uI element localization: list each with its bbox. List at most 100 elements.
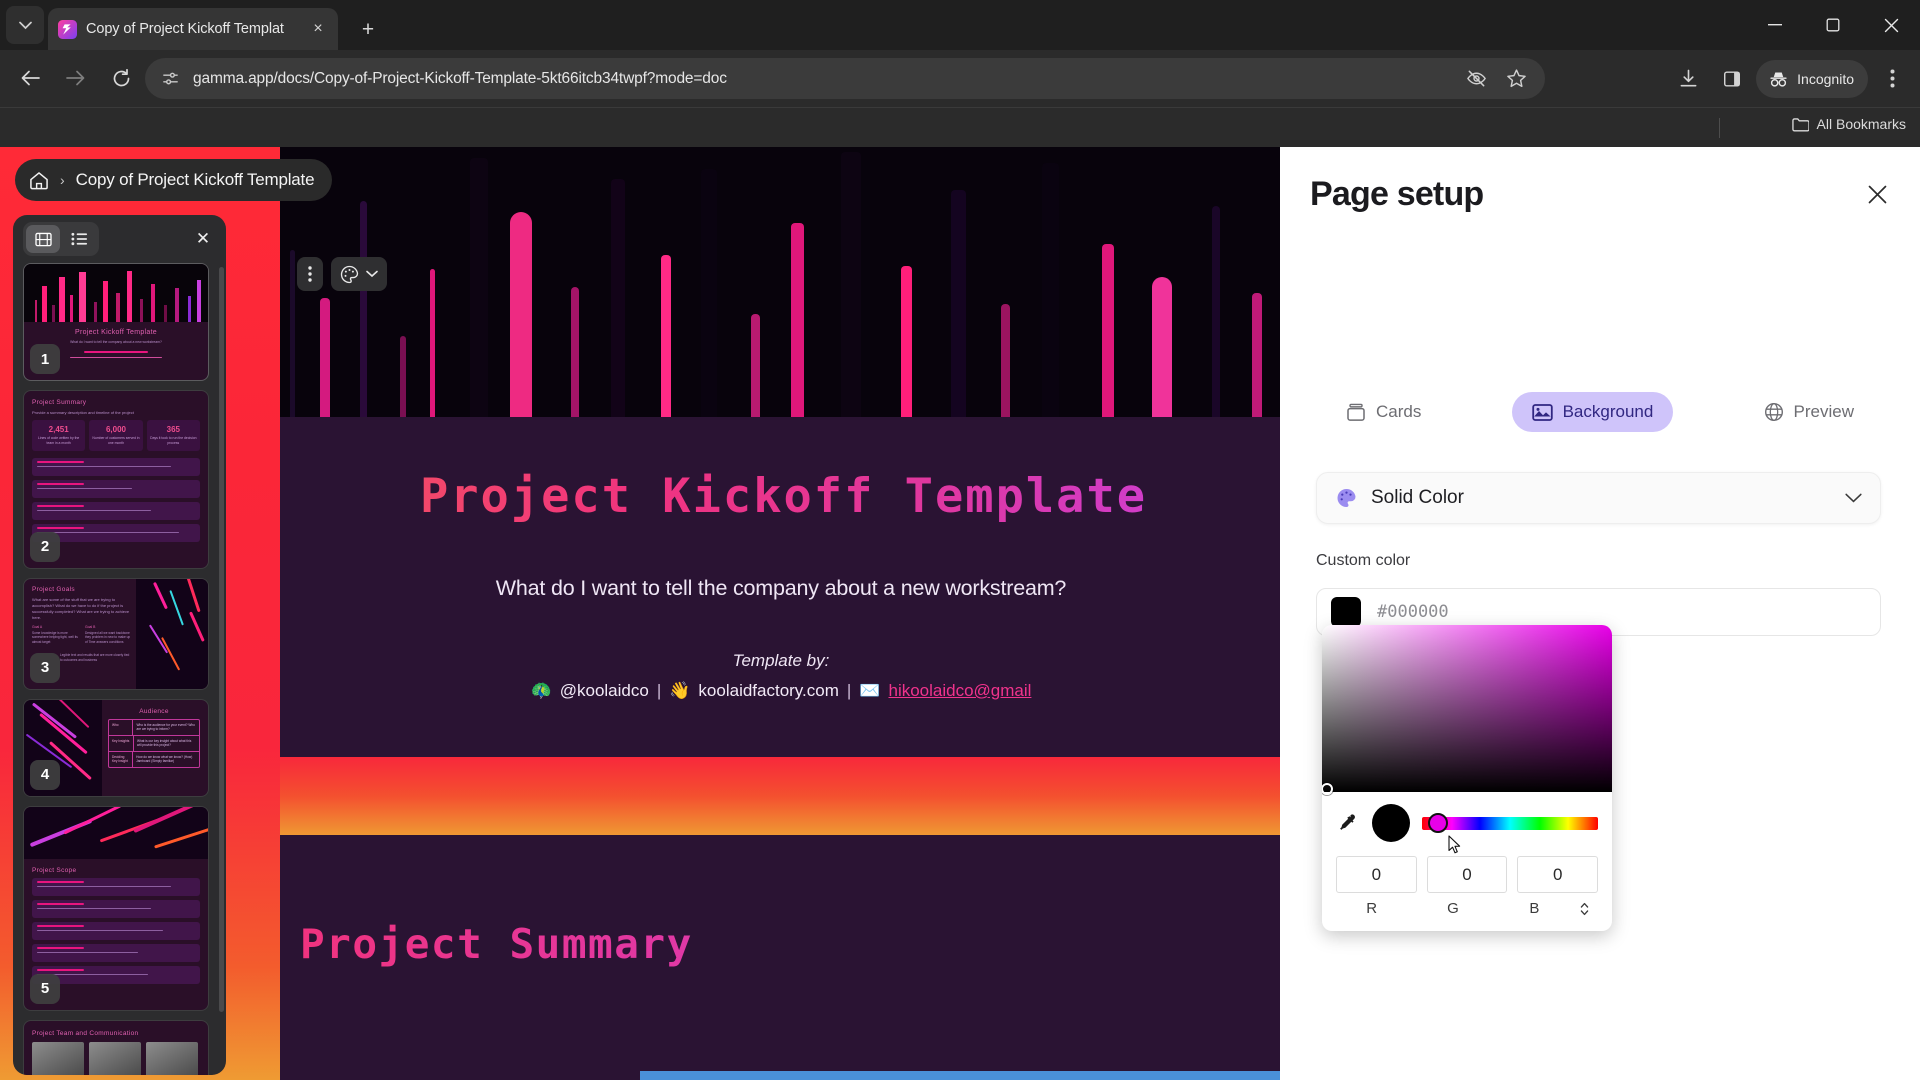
slide-card-1[interactable]: Project Kickoff Template What do I want … — [280, 147, 1282, 757]
list-row — [32, 921, 200, 940]
eye-slash-icon[interactable] — [1465, 68, 1487, 90]
new-tab-button[interactable]: + — [352, 14, 384, 46]
thumb-title: Project Goals — [32, 585, 75, 593]
drag-dots-icon[interactable] — [297, 257, 323, 291]
thumb-subtitle: What do I want to tell the company about… — [70, 340, 162, 344]
thumbnails-list[interactable]: Project Kickoff Template What do I want … — [13, 263, 226, 1075]
grid-view-icon[interactable] — [26, 225, 60, 253]
site-settings-icon[interactable] — [159, 68, 181, 90]
all-bookmarks-label: All Bookmarks — [1816, 116, 1906, 132]
table-cell: How do we know what we know? (How) Jambo… — [136, 754, 193, 764]
tab-background[interactable]: Background — [1511, 392, 1674, 432]
incognito-profile-button[interactable]: Incognito — [1756, 59, 1868, 98]
bookmarks-bar: All Bookmarks — [0, 107, 1920, 147]
credits-row: 🦚 @koolaidco | 👋 koolaidfactory.com | ✉️… — [300, 681, 1262, 701]
table-cell: What is our key insight about what this … — [137, 738, 192, 748]
thumb-title: Project Kickoff Template — [74, 329, 158, 336]
color-picker-popover: 0 0 0 R G B — [1322, 625, 1612, 931]
address-bar[interactable]: gamma.app/docs/Copy-of-Project-Kickoff-T… — [145, 58, 1545, 99]
tab-label: Background — [1562, 402, 1654, 421]
credit-site: koolaidfactory.com — [698, 681, 839, 700]
table-cell: Who — [109, 719, 134, 735]
background-type-label: Solid Color — [1371, 487, 1464, 508]
list-view-icon[interactable] — [62, 225, 96, 253]
person-card: Project Manager — [89, 1041, 141, 1075]
tab-cards[interactable]: Cards — [1326, 392, 1441, 432]
background-type-select[interactable]: Solid Color — [1316, 472, 1881, 524]
custom-color-label: Custom color — [1316, 552, 1411, 569]
close-window-icon[interactable] — [1862, 0, 1920, 50]
thumb-title: Project Team and Communication — [32, 1029, 139, 1037]
separator: | — [656, 681, 662, 700]
red-input[interactable]: 0 — [1336, 856, 1417, 893]
globe-icon — [1764, 402, 1784, 422]
divider — [1719, 118, 1720, 138]
red-label: R — [1366, 900, 1378, 917]
tab-preview[interactable]: Preview — [1744, 392, 1874, 432]
forward-button[interactable] — [57, 60, 93, 96]
saturation-value-area[interactable] — [1322, 625, 1612, 795]
close-panel-button[interactable] — [1862, 179, 1892, 209]
list-item[interactable]: Project Kickoff Template What do I want … — [23, 263, 209, 382]
separator: | — [846, 681, 852, 700]
green-input[interactable]: 0 — [1426, 856, 1508, 893]
list-row — [32, 943, 200, 962]
three-dot-menu-icon[interactable] — [1872, 59, 1912, 99]
stat-value: 6,000 — [105, 425, 126, 435]
color-swatch[interactable] — [1331, 597, 1361, 627]
close-icon[interactable]: × — [308, 20, 328, 38]
list-row — [32, 457, 200, 476]
up-down-chevron-icon[interactable] — [1580, 902, 1598, 916]
browser-tab[interactable]: Copy of Project Kickoff Templat × — [48, 8, 338, 50]
breadcrumb[interactable]: › Copy of Project Kickoff Template — [15, 159, 333, 201]
slide-number: 1 — [30, 344, 60, 375]
close-thumbnails-button[interactable]: ✕ — [190, 229, 216, 249]
toolbar-actions: Incognito — [1668, 58, 1912, 99]
back-button[interactable] — [12, 60, 48, 96]
eyedropper-icon[interactable] — [1336, 813, 1360, 833]
side-panel-icon[interactable] — [1712, 59, 1752, 99]
table-row: Deciding Key Insight How do we know what… — [109, 751, 199, 767]
list-item[interactable]: Audience Who Who is the audience for you… — [23, 698, 209, 797]
color-picker-controls: 0 0 0 R G B — [1322, 792, 1612, 931]
tab-label: Cards — [1376, 402, 1422, 421]
slide-card-2[interactable]: Project Summary — [280, 835, 1282, 1080]
gamma-logo-icon — [58, 19, 77, 39]
all-bookmarks-button[interactable]: All Bookmarks — [1791, 116, 1906, 132]
llama-emoji-icon: 🦚 — [530, 681, 552, 700]
list-row — [32, 899, 200, 918]
minimize-icon[interactable] — [1746, 0, 1804, 50]
hue-slider[interactable] — [1422, 813, 1598, 853]
slide-subtitle: What do I want to tell the company about… — [495, 576, 1067, 600]
person-card: Designer — [146, 1041, 198, 1075]
tab-search-button[interactable] — [6, 6, 44, 44]
image-icon — [1531, 403, 1553, 422]
thumbnails-toolbar: ✕ — [13, 215, 226, 263]
thumbnails-scrollbar[interactable] — [219, 267, 224, 1012]
list-item[interactable]: Project Goals What are some of the stuff… — [23, 577, 209, 690]
list-item[interactable]: Project Summary Provide a summary descri… — [23, 390, 209, 569]
thumb-col-title: Goal A — [32, 624, 43, 629]
incognito-icon — [1768, 70, 1789, 88]
download-icon[interactable] — [1668, 59, 1708, 99]
page-setup-panel: Page setup Cards Background Preview Soli… — [1280, 147, 1920, 1080]
theme-palette-button[interactable] — [331, 257, 387, 291]
person-card: Developer — [32, 1041, 84, 1075]
maximize-icon[interactable] — [1804, 0, 1862, 50]
table-cell: Deciding Key Insight — [109, 751, 134, 767]
credit-email-link[interactable]: hikoolaidco@gmail — [888, 681, 1031, 701]
stat-item: 365 Days it took to run the decision pro… — [146, 420, 200, 451]
avatar — [32, 1041, 84, 1075]
list-item[interactable]: Project Team and Communication Developer… — [23, 1019, 209, 1075]
page-title: Project Kickoff Template — [305, 469, 1262, 524]
stat-item: 6,000 Number of customers served in one … — [89, 420, 143, 451]
tab-title: Copy of Project Kickoff Templat — [86, 21, 284, 37]
star-icon[interactable] — [1505, 68, 1527, 90]
list-item[interactable]: Project Scope 5 — [23, 805, 209, 1011]
blue-input[interactable]: 0 — [1517, 856, 1599, 893]
hue-knob[interactable] — [1427, 813, 1448, 833]
table-row: Key Insights What is our key insight abo… — [109, 735, 199, 752]
thumb-col-title: Goal B — [85, 624, 96, 629]
home-icon[interactable] — [29, 171, 49, 190]
reload-button[interactable] — [103, 60, 139, 96]
